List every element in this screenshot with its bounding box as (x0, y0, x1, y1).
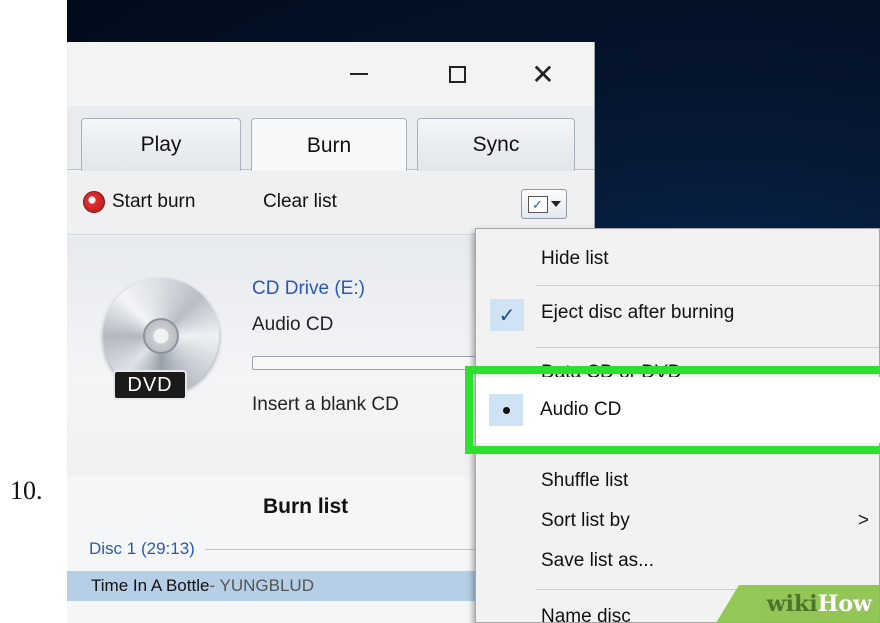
menu-item-label: Sort list by (541, 510, 630, 531)
menu-item-save-list-as[interactable]: Save list as... (476, 541, 879, 581)
menu-item-label: Save list as... (541, 550, 654, 571)
burn-icon (83, 191, 105, 213)
menu-item-label: Name disc (541, 606, 631, 623)
insert-disc-message: Insert a blank CD (252, 394, 399, 415)
menu-item-label: Eject disc after burning (541, 302, 735, 323)
menu-item-label: Hide list (541, 248, 609, 269)
minimize-icon (350, 73, 368, 75)
disc-label: Disc 1 (29:13) (89, 539, 195, 558)
start-burn-button[interactable]: Start burn (83, 191, 195, 213)
drive-name-link[interactable]: CD Drive (E:) (252, 278, 365, 300)
radio-bullet-icon (489, 394, 523, 426)
tab-burn[interactable]: Burn (251, 118, 407, 172)
tab-sync[interactable]: Sync (417, 118, 575, 171)
watermark-how: How (817, 591, 872, 617)
menu-separator (536, 347, 879, 348)
tab-play[interactable]: Play (81, 118, 241, 171)
list-options-icon: ✓ (527, 195, 548, 213)
maximize-button[interactable] (435, 52, 479, 96)
title-bar: ✕ (67, 42, 594, 106)
menu-item-eject-after-burning[interactable]: ✓ Eject disc after burning (476, 293, 879, 333)
step-number: 10. (10, 476, 43, 505)
dvd-badge: DVD (113, 370, 187, 400)
watermark-wiki: wiki (766, 591, 818, 617)
menu-item-audio-cd-highlighted[interactable]: Audio CD (476, 377, 880, 443)
menu-separator (536, 285, 879, 286)
wikihow-watermark: wiki How (716, 585, 880, 623)
track-artist: - YUNGBLUD (209, 576, 314, 595)
chevron-down-icon (550, 201, 561, 207)
tab-bar: Play Burn Sync (67, 106, 594, 172)
disc-hole (143, 318, 179, 354)
menu-item-label: Audio CD (540, 399, 622, 420)
menu-item-label: Shuffle list (541, 470, 629, 491)
burn-list-title: Burn list (263, 495, 349, 518)
checkmark-icon: ✓ (490, 299, 524, 331)
close-button[interactable]: ✕ (521, 52, 565, 96)
clear-list-button[interactable]: Clear list (263, 191, 337, 213)
drive-type: Audio CD (252, 314, 334, 335)
burn-options-button[interactable]: ✓ (521, 189, 567, 219)
burn-toolbar: Start burn Clear list ✓ (67, 171, 594, 235)
menu-item-sort-list-by[interactable]: Sort list by > (476, 501, 879, 541)
start-burn-label: Start burn (112, 191, 196, 212)
menu-item-shuffle-list[interactable]: Shuffle list (476, 461, 879, 501)
bullet-dot (502, 406, 510, 414)
maximize-icon (448, 65, 466, 83)
minimize-button[interactable] (337, 52, 381, 96)
burn-progress-bar (252, 356, 492, 370)
track-title: Time In A Bottle (91, 576, 210, 595)
chevron-right-icon: > (857, 510, 869, 531)
menu-item-hide-list[interactable]: Hide list (476, 239, 879, 279)
